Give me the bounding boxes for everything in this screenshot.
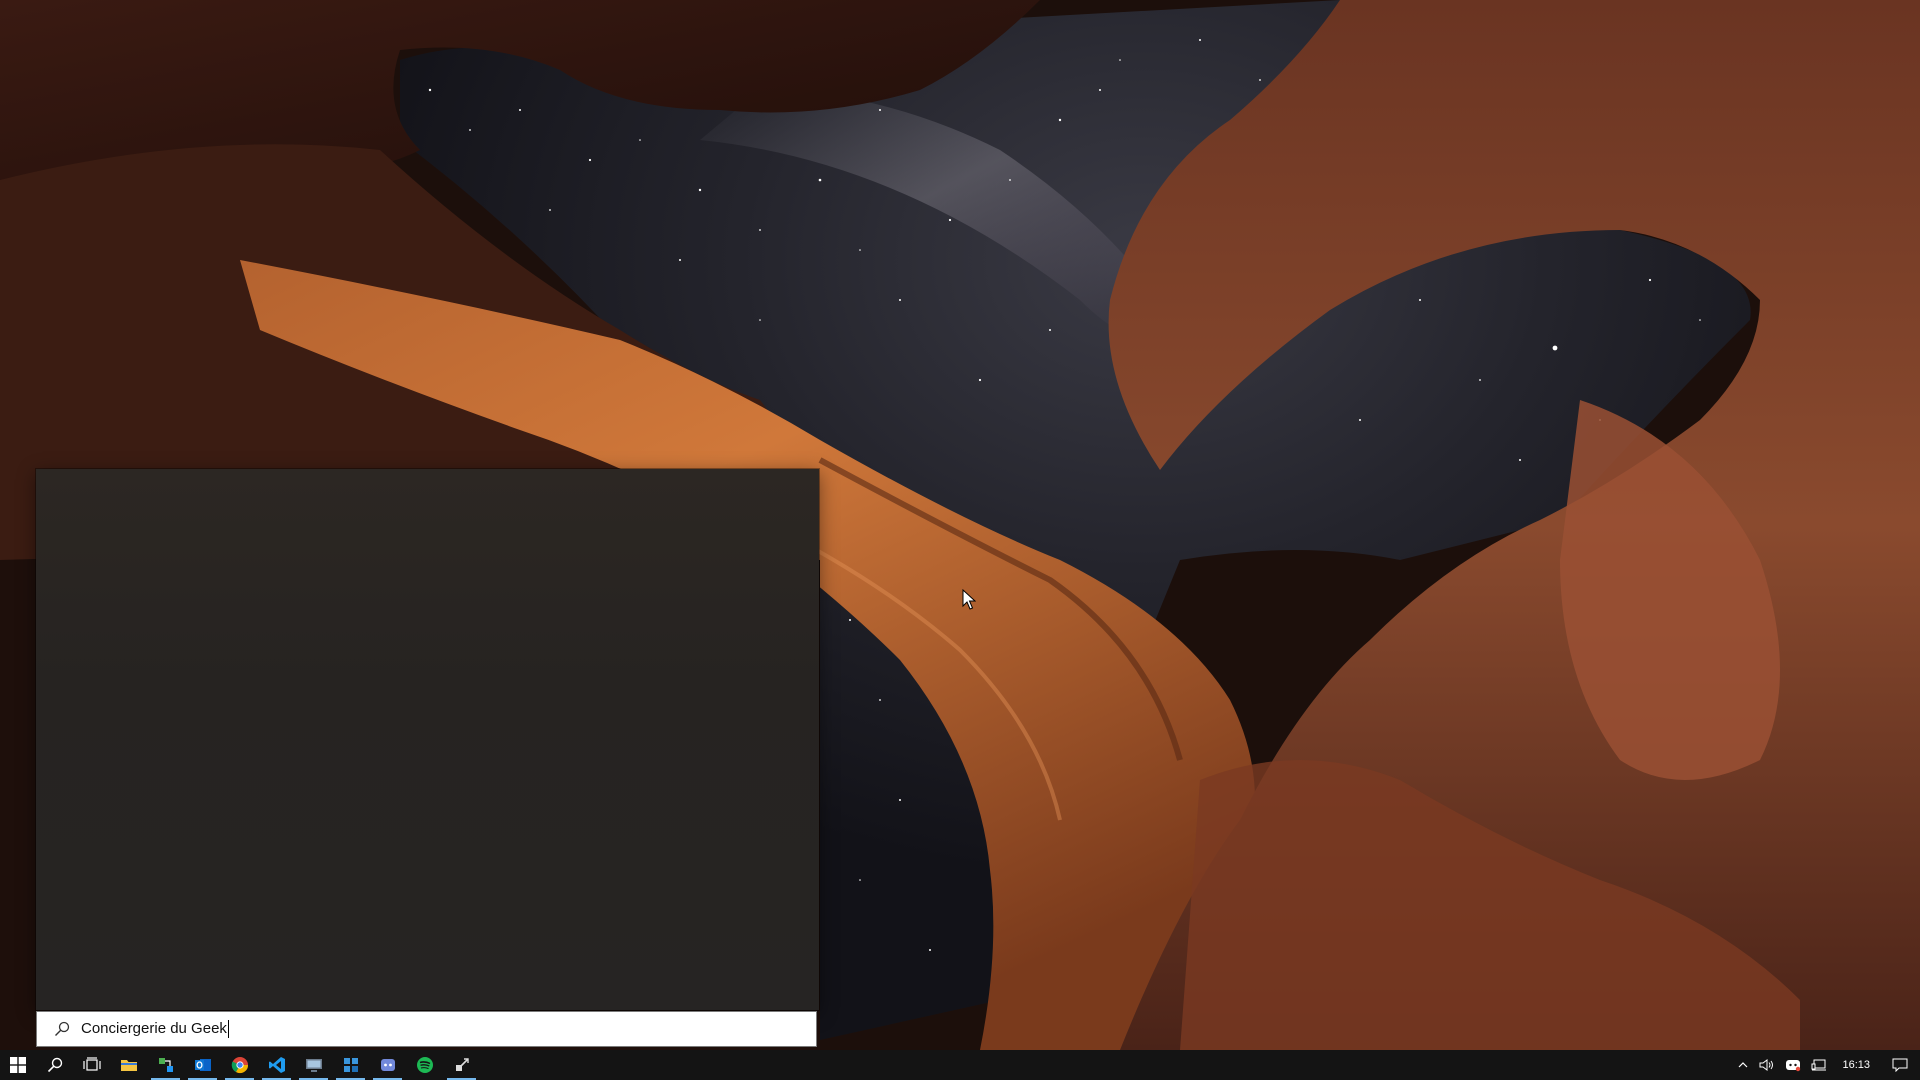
clock-time: 16:13	[1842, 1059, 1870, 1071]
discord-button[interactable]	[369, 1050, 406, 1080]
chrome-button[interactable]	[221, 1050, 258, 1080]
remote-desktop-button[interactable]	[295, 1050, 332, 1080]
tool-icon	[455, 1058, 469, 1071]
remote-desktop-icon	[305, 1059, 322, 1072]
network-icon	[1811, 1059, 1827, 1071]
search-query-text: Conciergerie du Geek	[81, 1019, 229, 1039]
task-view-button[interactable]	[73, 1050, 110, 1080]
network-button[interactable]	[1806, 1050, 1832, 1080]
task-view-icon	[82, 1057, 101, 1071]
notification-icon	[1892, 1058, 1908, 1072]
text-caret	[227, 1020, 229, 1039]
network-tool-icon	[158, 1058, 173, 1072]
spotify-button[interactable]	[406, 1050, 443, 1080]
file-explorer-button[interactable]	[110, 1050, 147, 1080]
action-center-button[interactable]	[1880, 1050, 1920, 1080]
network-tool-button[interactable]	[147, 1050, 184, 1080]
discord-icon	[1786, 1060, 1801, 1072]
search-input[interactable]: Conciergerie du Geek	[36, 1011, 817, 1047]
tool-button[interactable]	[443, 1050, 480, 1080]
discord-icon	[380, 1059, 395, 1071]
show-hidden-icons-button[interactable]	[1732, 1050, 1754, 1080]
outlook-button[interactable]	[184, 1050, 221, 1080]
search-icon	[47, 1011, 77, 1047]
windows-logo-icon	[10, 1057, 26, 1073]
vscode-button[interactable]	[258, 1050, 295, 1080]
mouse-cursor-icon	[962, 589, 976, 610]
search-icon	[47, 1057, 62, 1073]
chevron-up-icon	[1739, 1062, 1748, 1068]
speaker-icon	[1759, 1059, 1774, 1071]
taskbar: 16:13	[0, 1050, 1920, 1080]
discord-tray-button[interactable]	[1780, 1050, 1806, 1080]
system-tray: 16:13	[1732, 1050, 1920, 1080]
app-grid-icon	[343, 1058, 358, 1072]
start-button[interactable]	[0, 1050, 36, 1080]
vscode-icon	[268, 1057, 285, 1073]
volume-button[interactable]	[1754, 1050, 1780, 1080]
spotify-icon	[416, 1057, 433, 1073]
search-results-panel	[36, 469, 819, 1010]
app-button[interactable]	[332, 1050, 369, 1080]
clock[interactable]: 16:13	[1832, 1050, 1880, 1080]
outlook-icon	[194, 1059, 211, 1071]
search-button[interactable]	[36, 1050, 73, 1080]
folder-icon	[120, 1060, 137, 1071]
chrome-icon	[231, 1057, 248, 1074]
